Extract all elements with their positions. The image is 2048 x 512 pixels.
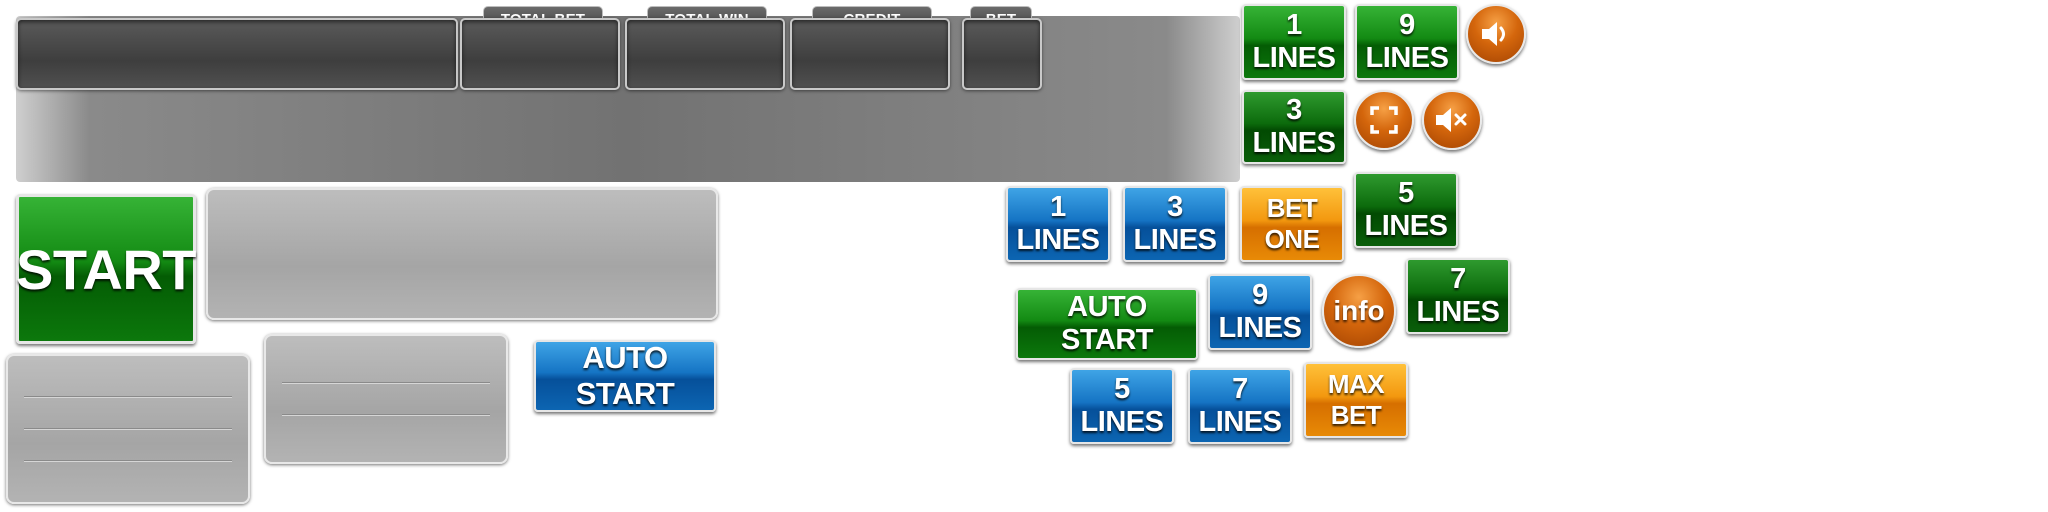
bet-one-button[interactable]: BET ONE [1240,186,1344,262]
auto-start-button-green[interactable]: AUTO START [1016,288,1198,360]
panel-divider [24,428,232,429]
lines-1-button-green[interactable]: 1 LINES [1242,4,1346,80]
speaker-mute-icon [1436,108,1467,132]
panel-divider [24,396,232,397]
panel-divider [24,460,232,461]
mute-button[interactable] [1422,90,1482,150]
fullscreen-button[interactable] [1354,90,1414,150]
auto-start-button[interactable]: AUTO START [534,340,716,412]
total-win-display [625,18,785,90]
panel-divider [282,382,490,383]
max-bet-button[interactable]: MAX BET [1304,362,1408,438]
bet-display [962,18,1042,90]
lines-5-button-blue[interactable]: 5 LINES [1070,368,1174,444]
lines-9-button-green[interactable]: 9 LINES [1355,4,1459,80]
paylines-panel-right [264,334,508,464]
lines-3-button-green[interactable]: 3 LINES [1242,90,1346,164]
lines-9-button-blue[interactable]: 9 LINES [1208,274,1312,350]
info-button[interactable]: info [1322,274,1396,348]
lines-5-button-green[interactable]: 5 LINES [1354,172,1458,248]
lines-1-button-blue[interactable]: 1 LINES [1006,186,1110,262]
lines-7-button-blue[interactable]: 7 LINES [1188,368,1292,444]
credit-display [790,18,950,90]
lines-3-button-blue[interactable]: 3 LINES [1123,186,1227,262]
win-display-panel [206,188,718,320]
message-display [16,18,458,90]
paylines-panel-left [6,354,250,504]
panel-divider [282,414,490,415]
start-button[interactable]: START [16,194,197,344]
speaker-icon [1482,22,1505,46]
fullscreen-icon [1370,106,1398,134]
sound-button[interactable] [1466,4,1526,64]
lines-7-button-green[interactable]: 7 LINES [1406,258,1510,334]
total-bet-display [460,18,620,90]
